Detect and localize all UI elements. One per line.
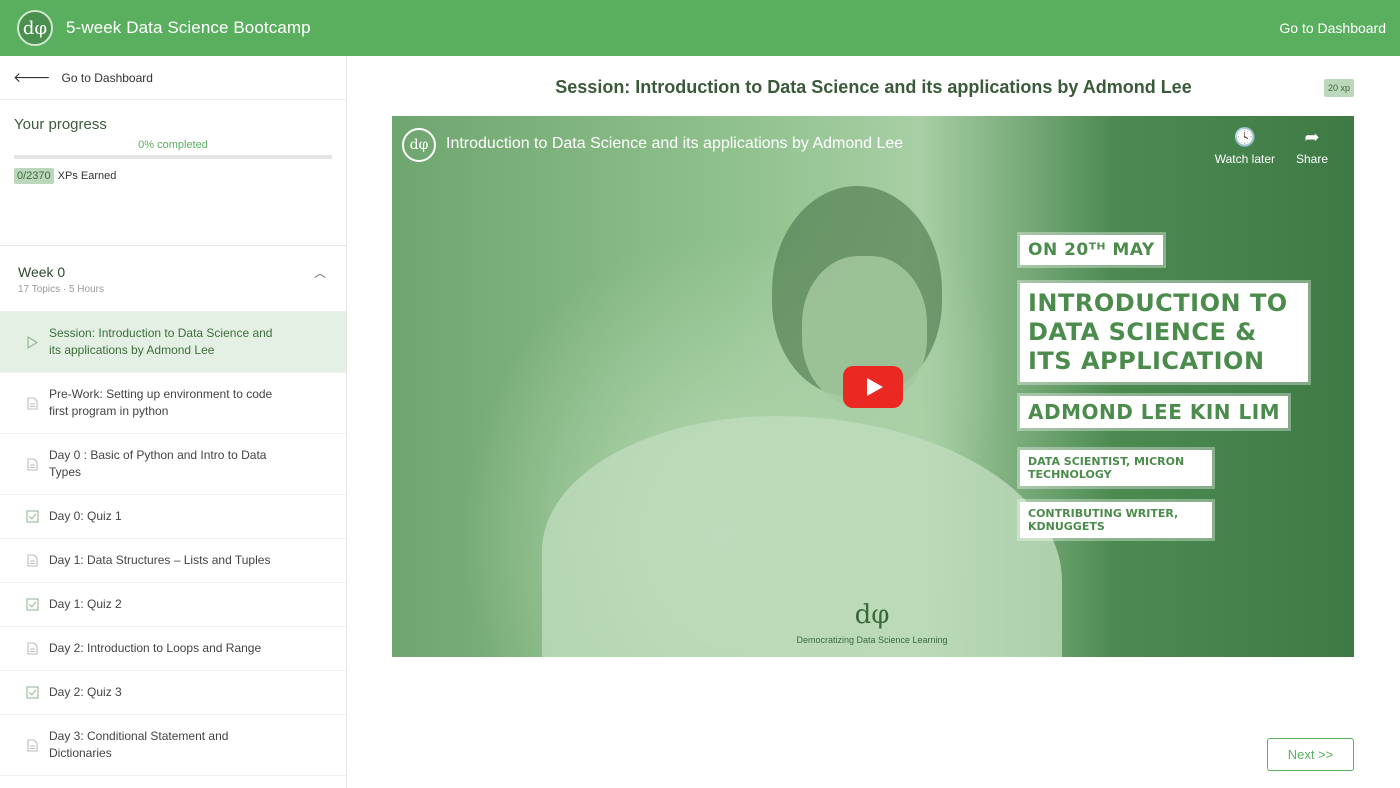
topic-label: Day 2: Introduction to Loops and Range xyxy=(49,641,262,655)
topic-label: Day 1: Quiz 2 xyxy=(49,597,122,611)
app-title: 5-week Data Science Bootcamp xyxy=(66,18,311,37)
main-content: Session: Introduction to Data Science an… xyxy=(347,56,1400,788)
speaker-role-card: Data Scientist, Micron Technology xyxy=(1020,450,1212,486)
topic-item[interactable]: Day 3: Conditional Statement and Diction… xyxy=(0,715,346,776)
xp-reward-badge: 20 xp xyxy=(1323,79,1354,97)
topic-item[interactable]: Day 1: Quiz 2 xyxy=(0,583,346,627)
clock-icon: 🕓 xyxy=(1233,127,1257,147)
go-to-dashboard-link[interactable]: Go to Dashboard xyxy=(1279,20,1386,36)
xp-summary: 0/2370 XPs Earned xyxy=(14,168,332,184)
topic-item[interactable]: Day 0 : Basic of Python and Intro to Dat… xyxy=(0,434,346,495)
progress-panel: Your progress 0% completed 0/2370 XPs Ea… xyxy=(0,100,346,246)
watch-later-button[interactable]: 🕓 Watch later xyxy=(1215,126,1275,166)
document-icon xyxy=(25,554,39,568)
speaker-name-card: Admond Lee Kin Lim xyxy=(1020,396,1289,428)
topic-item[interactable]: Day 2: Quiz 3 xyxy=(0,671,346,715)
brand-logo[interactable]: dφ xyxy=(17,10,53,46)
play-button[interactable] xyxy=(843,366,903,408)
topic-item[interactable]: Day 2: Introduction to Loops and Range xyxy=(0,627,346,671)
progress-bar xyxy=(14,155,332,159)
quiz-check-icon xyxy=(25,510,39,524)
topic-card: Introduction to Data Science & its Appli… xyxy=(1020,283,1308,382)
topic-list: Session: Introduction to Data Science an… xyxy=(0,312,346,788)
arrow-left-icon: 🡐 xyxy=(13,69,51,85)
next-button[interactable]: Next >> xyxy=(1267,738,1354,771)
video-title[interactable]: Introduction to Data Science and its app… xyxy=(446,135,903,153)
chevron-up-icon[interactable]: ︿ xyxy=(314,264,326,281)
back-to-dashboard-label: Go to Dashboard xyxy=(61,70,153,85)
week-title: Week 0 xyxy=(18,264,66,280)
document-icon xyxy=(25,738,39,752)
back-to-dashboard-button[interactable]: 🡐 Go to Dashboard xyxy=(0,56,346,100)
topic-item[interactable]: Day 0: Quiz 1 xyxy=(0,495,346,539)
play-icon xyxy=(866,378,883,396)
video-player[interactable]: dφ Introduction to Data Science and its … xyxy=(392,116,1354,657)
date-card: On 20ᵀᴴ May xyxy=(1020,235,1163,265)
week-0-accordion[interactable]: Week 0 17 Topics · 5 Hours ︿ xyxy=(0,246,346,312)
topic-label: Session: Introduction to Data Science an… xyxy=(49,326,273,357)
topic-item[interactable]: Pre-Work: Setting up environment to code… xyxy=(0,373,346,434)
xp-earned-label: XPs Earned xyxy=(57,170,117,182)
speaker-writer-card: Contributing Writer, KDnuggets xyxy=(1020,502,1212,538)
share-label: Share xyxy=(1295,152,1328,166)
document-icon xyxy=(25,396,39,410)
topic-label: Day 0 : Basic of Python and Intro to Dat… xyxy=(49,448,267,479)
top-bar: dφ 5-week Data Science Bootcamp Go to Da… xyxy=(0,0,1400,56)
topic-label: Day 3: Conditional Statement and Diction… xyxy=(49,729,229,760)
document-icon xyxy=(25,642,39,656)
quiz-check-icon xyxy=(25,686,39,700)
share-arrow-icon: ➦ xyxy=(1304,127,1320,147)
session-title: Session: Introduction to Data Science an… xyxy=(555,77,1192,97)
progress-title: Your progress xyxy=(14,116,107,133)
topic-label: Day 1: Data Structures – Lists and Tuple… xyxy=(49,553,271,567)
topic-item[interactable]: Day 1: Data Structures – Lists and Tuple… xyxy=(0,539,346,583)
play-icon xyxy=(25,335,39,349)
channel-logo[interactable]: dφ xyxy=(402,128,436,162)
topic-label: Day 2: Quiz 3 xyxy=(49,685,122,699)
topic-label: Pre-Work: Setting up environment to code… xyxy=(49,387,273,418)
share-button[interactable]: ➦ Share xyxy=(1296,126,1328,166)
week-meta: 17 Topics · 5 Hours xyxy=(18,284,104,295)
topic-item[interactable]: Session: Introduction to Data Science an… xyxy=(0,312,346,373)
watch-later-label: Watch later xyxy=(1214,152,1275,166)
quiz-check-icon xyxy=(25,598,39,612)
xp-earned-badge: 0/2370 xyxy=(14,168,54,184)
topic-label: Day 0: Quiz 1 xyxy=(49,509,122,523)
progress-percent-label: 0% completed xyxy=(138,139,208,151)
video-watermark: dφ Democratizing Data Science Learning xyxy=(792,600,952,648)
sidebar: 🡐 Go to Dashboard Your progress 0% compl… xyxy=(0,56,347,788)
document-icon xyxy=(25,457,39,471)
watermark-tagline: Democratizing Data Science Learning xyxy=(796,635,948,645)
watermark-logo: dφ xyxy=(854,600,890,630)
topic-item[interactable]: Day 3: Quiz 4 xyxy=(0,776,346,788)
